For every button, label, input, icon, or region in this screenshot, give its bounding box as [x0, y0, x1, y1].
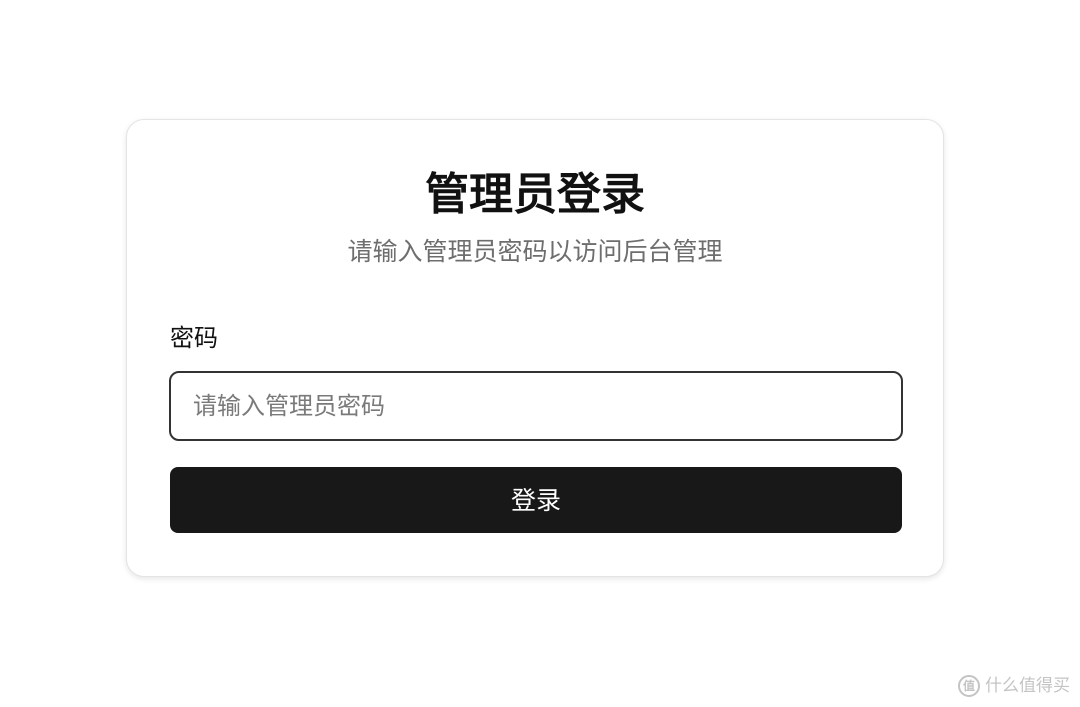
password-label: 密码 [170, 324, 218, 352]
login-card: 管理员登录 请输入管理员密码以访问后台管理 密码 登录 [126, 119, 944, 577]
login-page: 管理员登录 请输入管理员密码以访问后台管理 密码 登录 值 什么值得买 [0, 0, 1080, 707]
watermark-text: 什么值得买 [985, 676, 1070, 696]
login-button[interactable]: 登录 [170, 467, 902, 533]
watermark-logo-icon: 值 [958, 675, 980, 697]
page-title: 管理员登录 [425, 169, 645, 220]
page-subtitle: 请输入管理员密码以访问后台管理 [347, 237, 723, 266]
password-input[interactable] [169, 371, 903, 441]
watermark: 值 什么值得买 [958, 675, 1070, 697]
